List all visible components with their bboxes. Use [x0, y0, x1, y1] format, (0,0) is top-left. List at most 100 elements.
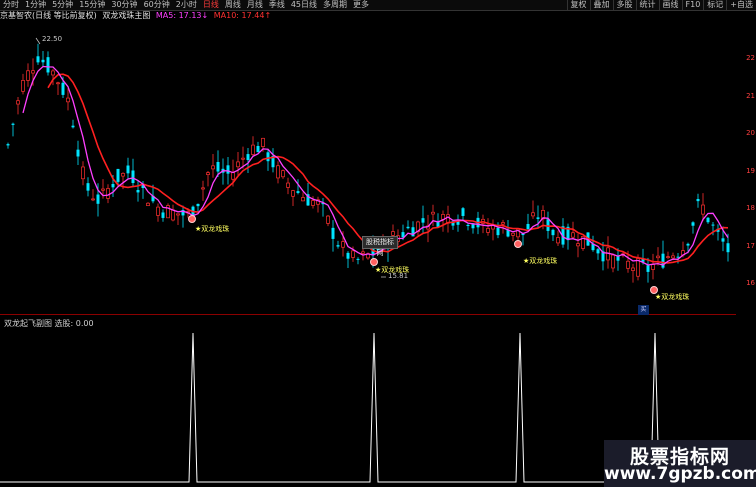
candle-body — [201, 187, 205, 190]
period-tab-7[interactable]: 日线 — [200, 0, 222, 10]
toolbar-button-2[interactable]: 多股 — [612, 0, 636, 10]
candle-body — [136, 189, 140, 193]
candle-body — [346, 252, 350, 259]
signal-label-4: ★双龙戏珠 — [655, 293, 690, 301]
right-toolbar: 复权 叠加 多股 统计 画线 F10 标记 +自选 — [566, 0, 756, 10]
candle-body — [66, 97, 70, 103]
candle-body — [461, 208, 465, 216]
period-tab-2[interactable]: 5分钟 — [49, 0, 76, 10]
watermark-url: www.7gpzb.com — [604, 464, 756, 484]
period-tab-0[interactable]: 分时 — [0, 0, 22, 10]
toolbar-button-4[interactable]: 画线 — [658, 0, 682, 10]
candle-body — [536, 217, 540, 219]
candle-body — [666, 256, 670, 258]
toolbar-button-0[interactable]: 复权 — [566, 0, 590, 10]
candle-body — [311, 200, 315, 206]
toolbar-button-3[interactable]: 统计 — [635, 0, 659, 10]
ma10-line — [47, 73, 729, 264]
candle-body — [291, 190, 295, 197]
period-tab-6[interactable]: 2小时 — [173, 0, 200, 10]
candle-body — [261, 137, 265, 147]
candle-body — [61, 82, 65, 95]
candle-body — [96, 194, 100, 204]
candle-body — [26, 70, 30, 81]
candle-body — [646, 265, 650, 272]
candle-body — [121, 173, 125, 177]
candle-body — [551, 229, 555, 236]
price-tick: 16 — [746, 279, 755, 287]
toolbar-button-7[interactable]: +自选 — [726, 0, 756, 10]
candle-body — [501, 222, 505, 225]
candle-body — [631, 267, 635, 271]
period-tab-10[interactable]: 季线 — [266, 0, 288, 10]
candle-body — [336, 245, 340, 247]
ma5-value: MA5: 17.13↓ — [155, 11, 209, 20]
candle-body — [226, 165, 230, 174]
tooltip-box: 股税指标网 — [362, 236, 398, 257]
candle-body — [341, 241, 345, 248]
signal-label-2: ★双龙戏珠 — [375, 266, 410, 274]
period-tab-8[interactable]: 周线 — [222, 0, 244, 10]
candle-body — [111, 183, 115, 188]
candle-body — [431, 211, 435, 215]
candle-body — [296, 191, 300, 193]
candle-body — [556, 237, 560, 244]
price-tick: 18 — [746, 204, 755, 212]
main-indicator-name[interactable]: 双龙戏珠主图 — [102, 11, 150, 20]
period-tab-13[interactable]: 更多 — [350, 0, 372, 10]
ma10-value: MA10: 17.44↑ — [213, 11, 272, 20]
candle-body — [406, 226, 410, 229]
candle-body — [496, 227, 500, 236]
main-chart-info: 京基智农(日线 等比前复权) 双龙戏珠主图 MA5: 17.13↓ MA10: … — [0, 11, 274, 21]
candle-body — [696, 198, 700, 202]
price-tick: 22 — [746, 54, 755, 62]
candle-body — [241, 157, 245, 160]
candle-body — [486, 228, 490, 233]
price-tick: 20 — [746, 129, 755, 137]
candle-body — [131, 170, 135, 184]
candle-body — [36, 56, 40, 63]
candle-body — [596, 249, 600, 254]
candle-body — [526, 223, 530, 230]
candle-body — [156, 206, 160, 216]
high-price-label: 22.50 — [42, 35, 63, 43]
period-tab-4[interactable]: 30分钟 — [108, 0, 140, 10]
candle-body — [471, 224, 475, 229]
period-tab-12[interactable]: 多周期 — [320, 0, 350, 10]
candle-body — [676, 256, 680, 258]
candle-body — [251, 144, 255, 155]
toolbar-button-5[interactable]: F10 — [681, 0, 704, 10]
candle-body — [106, 188, 110, 199]
sub-chart-info: 双龙起飞副图 选股: 0.00 — [4, 319, 94, 328]
toolbar-button-6[interactable]: 标记 — [703, 0, 726, 10]
period-tab-3[interactable]: 15分钟 — [76, 0, 108, 10]
candle-body — [671, 255, 675, 259]
candle-body — [86, 183, 90, 191]
candle-body — [46, 57, 50, 73]
price-tick: 19 — [746, 166, 755, 175]
period-tab-9[interactable]: 月线 — [244, 0, 266, 10]
signal-dot — [188, 215, 196, 223]
period-tab-11[interactable]: 45日线 — [288, 0, 320, 10]
toolbar-button-1[interactable]: 叠加 — [589, 0, 613, 10]
candle-body — [11, 123, 15, 125]
candle-body — [711, 224, 715, 226]
candle-body — [626, 260, 630, 269]
candle-body — [686, 243, 690, 246]
candle-body — [466, 224, 470, 227]
candle-body — [576, 243, 580, 247]
candle-body — [16, 100, 20, 105]
candle-body — [146, 202, 150, 207]
candle-body — [51, 70, 55, 76]
period-tab-1[interactable]: 1分钟 — [22, 0, 49, 10]
candle-body — [351, 250, 355, 258]
candle-body — [301, 197, 305, 202]
candle-body — [211, 165, 215, 170]
candle-body — [391, 231, 395, 236]
candle-body — [421, 218, 425, 223]
candle-body — [691, 222, 695, 226]
price-tick: 21 — [746, 91, 755, 100]
period-tab-5[interactable]: 60分钟 — [141, 0, 173, 10]
candle-body — [91, 198, 95, 201]
candle-body — [361, 251, 365, 254]
